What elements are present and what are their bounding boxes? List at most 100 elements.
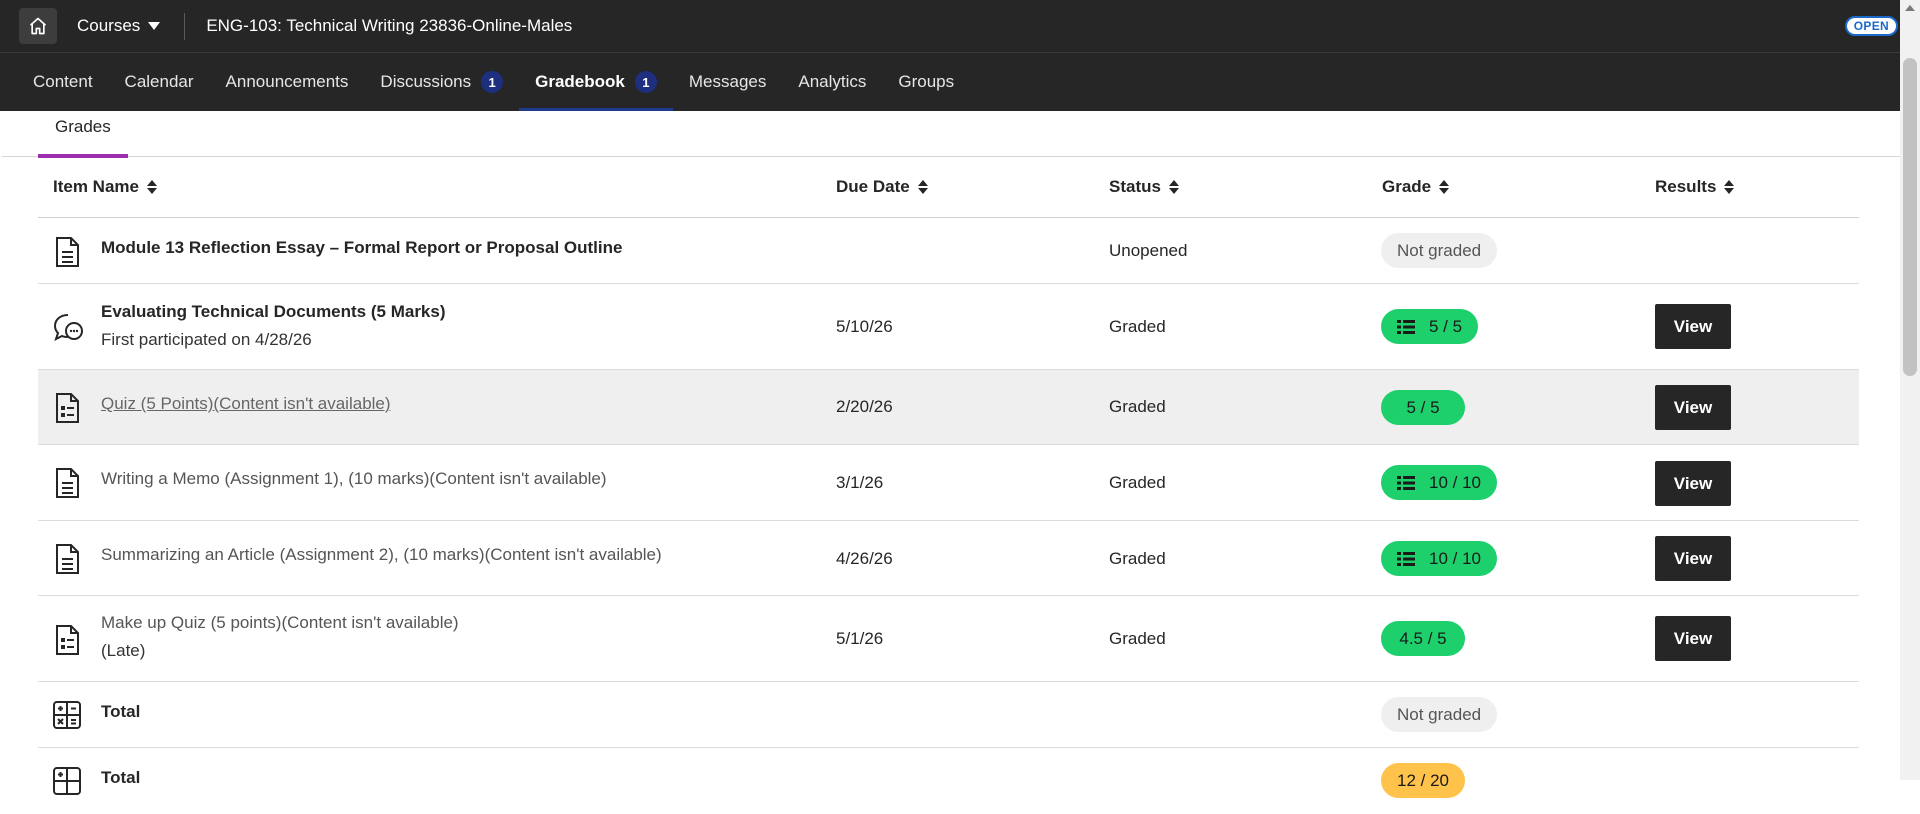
document-icon <box>56 544 79 574</box>
table-row: Writing a Memo (Assignment 1), (10 marks… <box>38 445 1859 521</box>
count-badge: 1 <box>481 71 504 93</box>
courses-menu[interactable]: Courses <box>77 16 161 36</box>
item-name[interactable]: Writing a Memo (Assignment 1), (10 marks… <box>101 469 607 489</box>
rubric-icon <box>1397 319 1415 334</box>
sort-icon <box>917 180 928 194</box>
due-date: 5/1/26 <box>836 629 884 648</box>
due-date: 2/20/26 <box>836 397 893 416</box>
table-row: Make up Quiz (5 points)(Content isn't av… <box>38 596 1859 682</box>
view-button[interactable]: View <box>1655 304 1731 349</box>
courses-label: Courses <box>77 16 141 35</box>
late-label: (Late) <box>101 641 146 660</box>
table-row: Total 12 / 20 <box>38 748 1859 814</box>
scrollbar-thumb[interactable] <box>1903 58 1917 376</box>
calculator-icon <box>53 767 81 795</box>
header-label: Grade <box>1382 177 1432 196</box>
tab-label: Gradebook <box>535 72 625 91</box>
sort-status[interactable]: Status <box>1109 177 1179 197</box>
status-text: Unopened <box>1109 241 1188 260</box>
course-nav: Content Calendar Announcements Discussio… <box>0 53 1900 111</box>
document-icon <box>56 237 79 267</box>
grade-value: 5 / 5 <box>1429 316 1463 336</box>
vertical-scrollbar[interactable] <box>1900 0 1920 780</box>
document-icon <box>56 468 79 498</box>
due-date: 3/1/26 <box>836 473 884 492</box>
grade-pill[interactable]: 10 / 10 <box>1381 465 1497 500</box>
due-date: 4/26/26 <box>836 549 893 568</box>
sort-results[interactable]: Results <box>1655 177 1735 197</box>
item-name[interactable]: Module 13 Reflection Essay – Formal Repo… <box>101 238 622 258</box>
item-title: Summarizing an Article (Assignment 2), (… <box>101 545 662 564</box>
sort-icon <box>146 180 157 194</box>
item-name[interactable]: Make up Quiz (5 points)(Content isn't av… <box>101 613 459 661</box>
due-date: 5/10/26 <box>836 317 893 336</box>
header-label: Status <box>1109 177 1161 196</box>
table-row: Total Not graded <box>38 682 1859 748</box>
item-title: Total <box>101 702 141 721</box>
view-button[interactable]: View <box>1655 385 1731 430</box>
grade-pill[interactable]: 5 / 5 <box>1381 309 1479 344</box>
tab-label: Messages <box>688 72 767 91</box>
item-title: Make up Quiz (5 points)(Content isn't av… <box>101 613 459 632</box>
grade-pill[interactable]: 4.5 / 5 <box>1381 621 1465 656</box>
sort-item-name[interactable]: Item Name <box>53 177 157 197</box>
status-text: Graded <box>1109 629 1166 648</box>
chevron-down-icon <box>148 22 161 30</box>
table-row: Summarizing an Article (Assignment 2), (… <box>38 521 1859 596</box>
tab-gradebook[interactable]: Gradebook 1 <box>519 53 673 111</box>
calculator-icon <box>53 701 81 729</box>
view-button[interactable]: View <box>1655 536 1731 581</box>
sort-icon <box>1724 180 1735 194</box>
item-title: Quiz (5 Points)(Content isn't available) <box>101 394 391 413</box>
grade-pill[interactable]: Not graded <box>1381 697 1498 732</box>
tab-content[interactable]: Content <box>17 53 109 111</box>
view-button[interactable]: View <box>1655 461 1731 506</box>
home-button[interactable] <box>19 8 57 44</box>
header-label: Results <box>1655 177 1717 196</box>
item-name-link[interactable]: Quiz (5 Points)(Content isn't available) <box>101 394 391 414</box>
gradebook-subtabs: Grades <box>2 111 1900 158</box>
count-badge: 1 <box>634 71 657 93</box>
tab-analytics[interactable]: Analytics <box>782 53 882 111</box>
tab-label: Calendar <box>124 72 194 91</box>
grades-table: Item Name Due Date Status Grade Results … <box>38 157 1859 814</box>
status-text: Graded <box>1109 549 1166 568</box>
scroll-up-icon[interactable] <box>1905 5 1915 11</box>
course-title: ENG-103: Technical Writing 23836-Online-… <box>206 16 573 35</box>
open-status-badge: OPEN <box>1844 16 1898 36</box>
grade-pill[interactable]: 5 / 5 <box>1381 390 1465 425</box>
view-button[interactable]: View <box>1655 616 1731 661</box>
table-header: Item Name Due Date Status Grade Results <box>38 157 1859 218</box>
tab-calendar[interactable]: Calendar <box>109 53 210 111</box>
tab-label: Analytics <box>798 72 867 91</box>
grade-value: 10 / 10 <box>1429 548 1481 568</box>
item-name[interactable]: Total <box>101 702 140 722</box>
sort-grade[interactable]: Grade <box>1382 177 1450 197</box>
status-text: Graded <box>1109 397 1166 416</box>
sort-icon <box>1439 180 1450 194</box>
discussion-icon <box>53 314 83 341</box>
top-bar: Courses ENG-103: Technical Writing 23836… <box>0 0 1900 53</box>
tab-grades[interactable]: Grades <box>38 111 128 158</box>
tab-label: Discussions <box>380 72 472 91</box>
item-name[interactable]: Evaluating Technical Documents (5 Marks)… <box>101 302 446 350</box>
table-row: Quiz (5 Points)(Content isn't available)… <box>38 370 1859 445</box>
tab-label: Content <box>33 72 93 91</box>
tab-groups[interactable]: Groups <box>882 53 970 111</box>
header-label: Item Name <box>53 177 139 196</box>
tab-messages[interactable]: Messages <box>673 53 782 111</box>
divider <box>184 12 186 40</box>
rubric-icon <box>1397 475 1415 490</box>
item-name[interactable]: Summarizing an Article (Assignment 2), (… <box>101 545 662 565</box>
tab-discussions[interactable]: Discussions 1 <box>364 53 519 111</box>
sort-due-date[interactable]: Due Date <box>836 177 928 197</box>
quiz-icon <box>56 625 79 655</box>
tab-announcements[interactable]: Announcements <box>210 53 365 111</box>
grade-pill[interactable]: 12 / 20 <box>1381 763 1465 798</box>
tab-label: Groups <box>898 72 955 91</box>
grade-pill[interactable]: Not graded <box>1381 233 1498 268</box>
header-label: Due Date <box>836 177 910 196</box>
item-subtext: First participated on 4/28/26 <box>101 330 312 349</box>
item-name[interactable]: Total <box>101 768 140 788</box>
grade-pill[interactable]: 10 / 10 <box>1381 541 1497 576</box>
